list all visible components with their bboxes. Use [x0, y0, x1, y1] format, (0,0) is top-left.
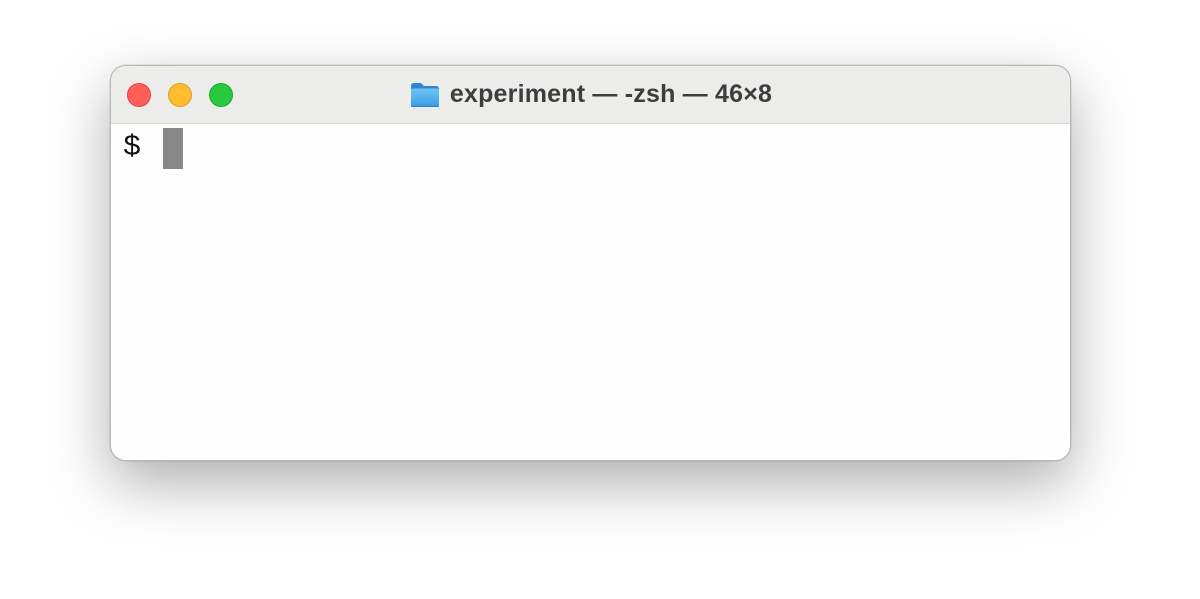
window-title-text: experiment — -zsh — 46×8	[449, 80, 773, 108]
terminal-content[interactable]: $	[111, 124, 1070, 460]
shell-prompt: $	[123, 131, 142, 165]
text-cursor	[163, 127, 184, 169]
title-bar[interactable]: experiment — -zsh — 46×8	[111, 66, 1070, 124]
prompt-line: $	[123, 127, 184, 169]
folder-icon	[410, 82, 439, 107]
terminal-window: experiment — -zsh — 46×8 $	[110, 65, 1071, 461]
window-title: experiment — -zsh — 46×8	[111, 66, 1070, 123]
